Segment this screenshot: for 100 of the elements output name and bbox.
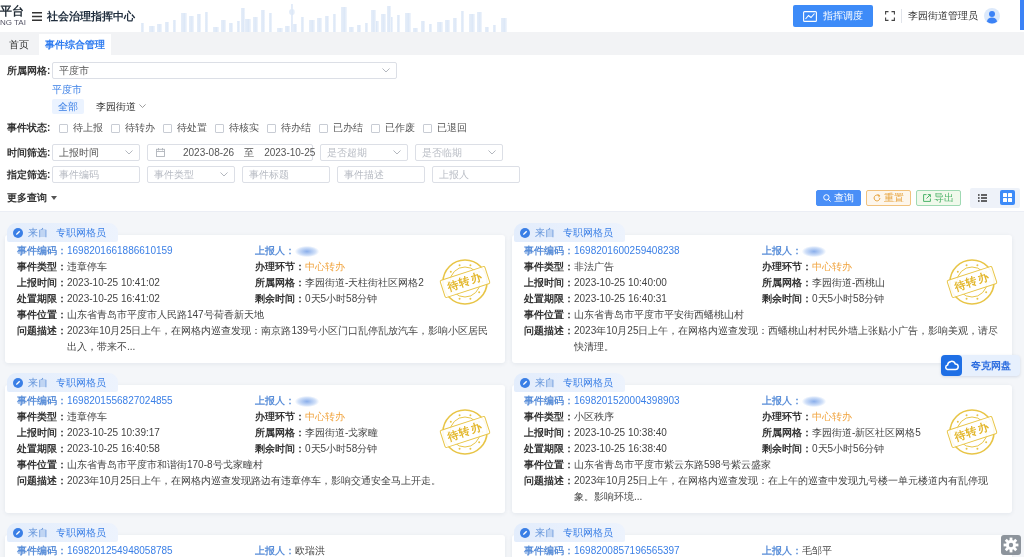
chevron-down-icon — [139, 104, 146, 109]
field-value: 0天5小时58分钟 — [305, 292, 378, 306]
field-value: 2023-10-25 10:40:00 — [574, 276, 667, 290]
area-chip[interactable]: 全部 — [52, 99, 84, 114]
settings-icon[interactable] — [1001, 535, 1021, 555]
edge-tab-strip — [1020, 0, 1024, 30]
field-label: 问题描述： — [17, 324, 67, 338]
checkbox[interactable] — [267, 123, 276, 133]
field-label: 事件编码： — [524, 394, 574, 408]
checkbox-label: 已办结 — [333, 121, 363, 135]
field-label: 上报人： — [255, 244, 295, 258]
cloud-drive-button[interactable]: 夸克网盘 — [941, 355, 1020, 376]
pencil-circle-icon — [520, 527, 530, 538]
user-name: 李园街道管理员 — [908, 9, 978, 23]
dispatch-button[interactable]: 指挥调度 — [793, 5, 873, 27]
source-role: 专职网格员 — [56, 225, 106, 240]
field-label: 所属网格： — [255, 276, 305, 290]
filter-label: 时间筛选: — [7, 145, 52, 160]
search-input[interactable]: 事件编码 — [52, 166, 140, 183]
pencil-circle-icon — [520, 227, 530, 238]
field-label: 上报人： — [762, 394, 802, 408]
field-label: 事件编码： — [17, 244, 67, 258]
field-value: 李园街道-新区社区网格5 — [812, 426, 921, 440]
caret-down-icon — [51, 195, 57, 200]
field-label: 上报时间： — [17, 276, 67, 290]
field-value: 2023年10月25日上午，在网格内巡查发现：在上午的巡查中发现九号楼一单元楼道内有乱停现象。影响环境... — [574, 474, 990, 504]
search-input[interactable]: 事件标题 — [242, 166, 330, 183]
stage-value: 中心转办 — [305, 410, 345, 424]
field-value: 山东省青岛市平度市平安街西蟠桃山村 — [574, 308, 744, 322]
search-button[interactable]: 查询 — [816, 189, 861, 206]
field-label: 上报人： — [762, 544, 802, 557]
checkbox[interactable] — [215, 123, 224, 133]
event-code-link[interactable]: 1698201556827024855 — [67, 393, 173, 409]
pencil-circle-icon — [13, 377, 23, 388]
field-value: 违章停车 — [67, 410, 107, 424]
event-code-link[interactable]: 1698201661886610159 — [67, 243, 173, 259]
field-label: 处置期限： — [524, 442, 574, 456]
field-label: 事件类型： — [524, 410, 574, 424]
source-role: 专职网格员 — [563, 375, 613, 390]
event-code-link[interactable]: 1698201600259408238 — [574, 243, 680, 259]
filter-label: 指定筛选: — [7, 167, 52, 182]
chevron-down-icon — [393, 150, 401, 155]
field-label: 上报时间： — [524, 426, 574, 440]
page-tab[interactable]: 首页 — [3, 34, 35, 55]
source-role: 专职网格员 — [563, 225, 613, 240]
checkbox[interactable] — [371, 123, 380, 133]
filter-label: 所属网格: — [7, 63, 52, 78]
list-icon — [978, 193, 987, 202]
grid-select[interactable]: 平度市 — [52, 62, 397, 79]
field-value: 李园街道-天柱街社区网格2 — [305, 276, 424, 290]
source-role: 专职网格员 — [56, 525, 106, 540]
reporter-name: 欧瑞洪 — [295, 544, 325, 557]
more-query-toggle[interactable]: 更多查询 — [7, 190, 57, 205]
field-label: 办理环节： — [255, 260, 305, 274]
field-label: 处置期限： — [524, 292, 574, 306]
field-label: 事件编码： — [17, 394, 67, 408]
date-range-field[interactable]: 2023-08-26 至 2023-10-25 — [147, 144, 313, 161]
field-label: 剩余时间： — [255, 442, 305, 456]
field-label: 上报人： — [762, 244, 802, 258]
menu-icon[interactable] — [32, 11, 42, 21]
export-icon — [923, 193, 931, 202]
page-tab[interactable]: 事件综合管理 — [39, 34, 111, 55]
reset-button[interactable]: 重置 — [866, 189, 911, 206]
field-value: 2023-10-25 16:40:58 — [67, 442, 160, 456]
field-label: 事件编码： — [17, 544, 67, 557]
field-label: 所属网格： — [255, 426, 305, 440]
end-date: 2023-10-25 — [264, 147, 316, 158]
export-button[interactable]: 导出 — [916, 189, 961, 206]
grid-view-button[interactable] — [1000, 190, 1015, 205]
field-label: 所属网格： — [762, 276, 812, 290]
field-value: 0天5小时58分钟 — [305, 442, 378, 456]
area-chip[interactable]: 李园街道 — [90, 99, 152, 114]
checkbox-label: 已退回 — [437, 121, 467, 135]
field-value: 李园街道-西桃山 — [812, 276, 886, 290]
breadcrumb-link[interactable]: 平度市 — [52, 84, 82, 96]
event-code-link[interactable]: 1698201254948058785 — [67, 543, 173, 557]
field-label: 事件类型： — [524, 260, 574, 274]
field-label: 剩余时间： — [762, 292, 812, 306]
search-icon — [823, 193, 831, 202]
pencil-circle-icon — [13, 527, 23, 538]
start-date: 2023-08-26 — [183, 147, 235, 158]
checkbox[interactable] — [111, 123, 120, 133]
pencil-circle-icon — [520, 377, 530, 388]
field-label: 上报时间： — [17, 426, 67, 440]
user-avatar-icon[interactable] — [984, 8, 1000, 24]
checkbox[interactable] — [319, 123, 328, 133]
fullscreen-icon[interactable] — [885, 11, 895, 21]
checkbox-label: 待上报 — [73, 121, 103, 135]
event-code-link[interactable]: 1698200857196565397 — [574, 543, 680, 557]
field-label: 事件位置： — [524, 308, 574, 322]
event-code-link[interactable]: 1698201520004398903 — [574, 393, 680, 409]
chevron-down-icon — [220, 172, 228, 177]
checkbox[interactable] — [59, 123, 68, 133]
reporter-name: 毛邹平 — [802, 544, 832, 557]
checkbox[interactable] — [423, 123, 432, 133]
search-input[interactable]: 事件描述 — [337, 166, 425, 183]
dropdown-select[interactable]: 上报时间 — [52, 144, 140, 161]
chart-screen-icon — [803, 10, 817, 22]
stage-value: 中心转办 — [305, 260, 345, 274]
checkbox[interactable] — [163, 123, 172, 133]
